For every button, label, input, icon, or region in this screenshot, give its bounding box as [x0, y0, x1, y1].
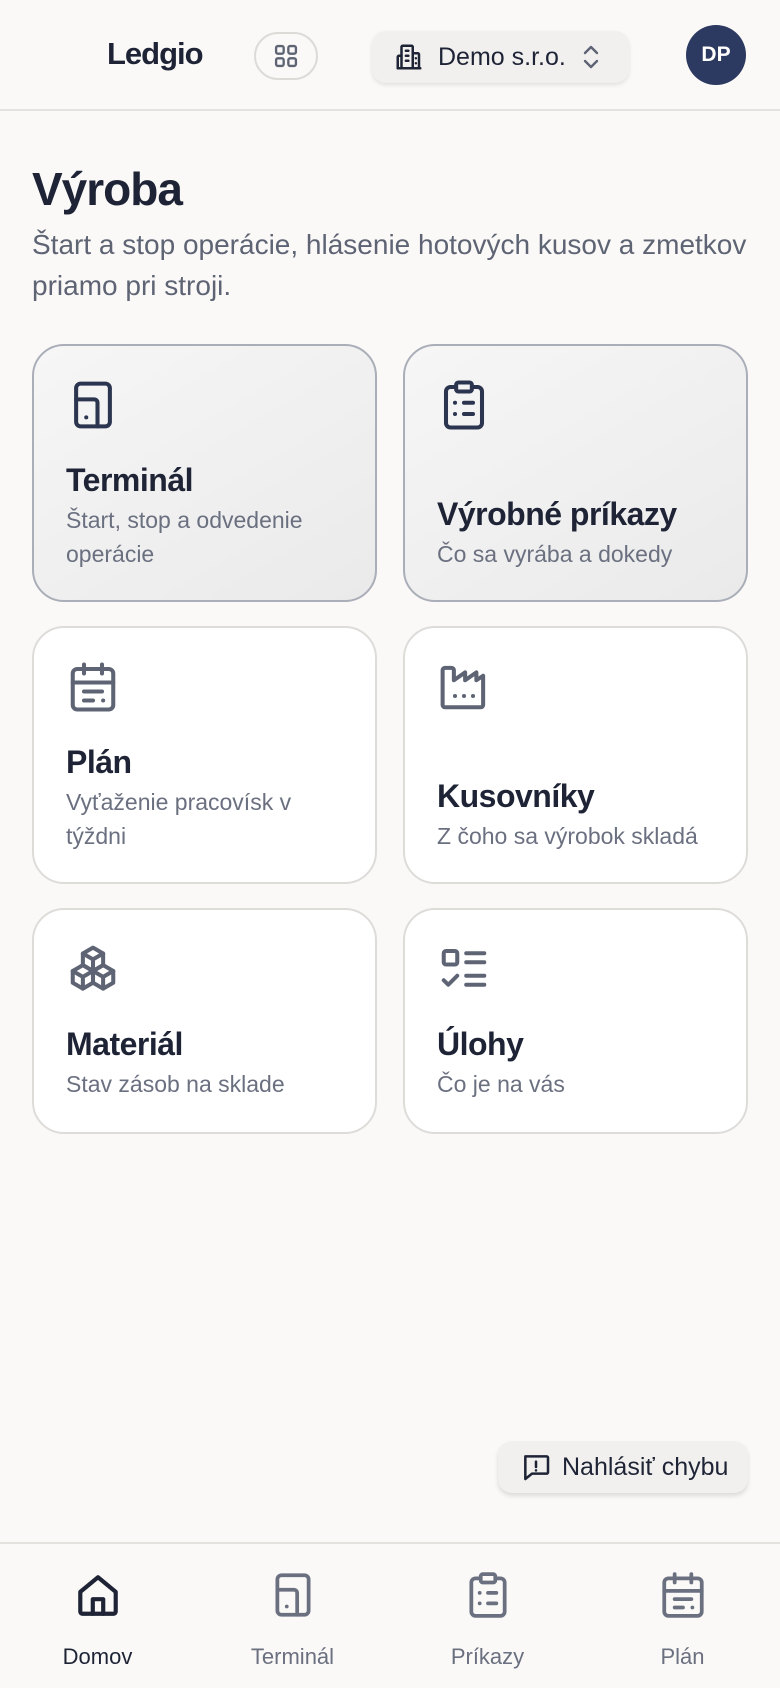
card-title: Úlohy [437, 1026, 524, 1062]
card-bill-of-materials[interactable]: Kusovníky Z čoho sa výrobok skladá [403, 626, 748, 884]
page-subtitle: Štart a stop operácie, hlásenie hotových… [32, 229, 747, 301]
card-title: Kusovníky [437, 778, 595, 814]
card-title: Terminál [66, 462, 194, 498]
nav-item-home[interactable]: Domov [0, 1544, 195, 1688]
message-alert-icon [524, 1455, 550, 1481]
card-tasks[interactable]: Úlohy Čo je na vás [403, 908, 748, 1134]
production-home-screen: Ledgio Demo s.r.o. DP Výroba Štart a sto… [0, 0, 780, 1688]
report-bug-label: Nahlásiť chybu [562, 1452, 729, 1481]
factory-icon [440, 665, 486, 710]
calendar-icon [661, 1572, 704, 1618]
building-icon [396, 44, 422, 70]
boxes-icon [70, 945, 116, 991]
card-description: Vyťaženie pracovísk v týždni [66, 789, 292, 849]
nav-item-orders[interactable]: Príkazy [390, 1544, 585, 1688]
nav-label: Domov [62, 1644, 133, 1669]
clipboard-list-icon [468, 1572, 507, 1618]
clipboard-list-icon [443, 380, 485, 430]
nav-label: Príkazy [450, 1644, 525, 1669]
checklist-icon [441, 948, 487, 987]
tablet-icon [74, 381, 112, 429]
top-bar: Ledgio Demo s.r.o. DP [0, 0, 780, 111]
chevrons-up-down-icon [580, 43, 602, 71]
nav-item-terminal[interactable]: Terminál [195, 1544, 390, 1688]
apps-grid-button[interactable] [254, 32, 318, 80]
nav-label: Plán [660, 1644, 705, 1669]
user-avatar[interactable]: DP [686, 25, 746, 85]
calendar-icon [70, 662, 116, 712]
card-title: Materiál [66, 1026, 183, 1062]
nav-item-plan[interactable]: Plán [585, 1544, 780, 1688]
card-terminal[interactable]: Terminál Štart, stop a odvedenie operáci… [32, 344, 377, 602]
organization-switcher[interactable]: Demo s.r.o. [372, 31, 629, 83]
card-production-orders[interactable]: Výrobné príkazy Čo sa vyrába a dokedy [403, 344, 748, 602]
page-title: Výroba [32, 163, 183, 215]
card-description: Stav zásob na sklade [66, 1071, 285, 1097]
card-description: Štart, stop a odvedenie operácie [66, 507, 303, 567]
card-description: Čo sa vyrába a dokedy [437, 541, 673, 567]
card-title: Plán [66, 744, 132, 780]
report-bug-button[interactable]: Nahlásiť chybu [498, 1441, 748, 1493]
app-logo[interactable]: Ledgio [107, 36, 204, 72]
tablet-icon [275, 1573, 310, 1617]
card-plan[interactable]: Plán Vyťaženie pracovísk v týždni [32, 626, 377, 884]
card-title: Výrobné príkazy [437, 496, 677, 532]
bottom-navigation: Domov Terminál Príkazy Plán [0, 1542, 780, 1688]
nav-label: Terminál [250, 1644, 335, 1669]
card-material[interactable]: Materiál Stav zásob na sklade [32, 908, 377, 1134]
grid-icon [274, 44, 298, 68]
home-icon [77, 1575, 118, 1616]
organization-name: Demo s.r.o. [438, 42, 566, 71]
card-description: Z čoho sa výrobok skladá [437, 823, 698, 849]
card-description: Čo je na vás [437, 1071, 565, 1097]
